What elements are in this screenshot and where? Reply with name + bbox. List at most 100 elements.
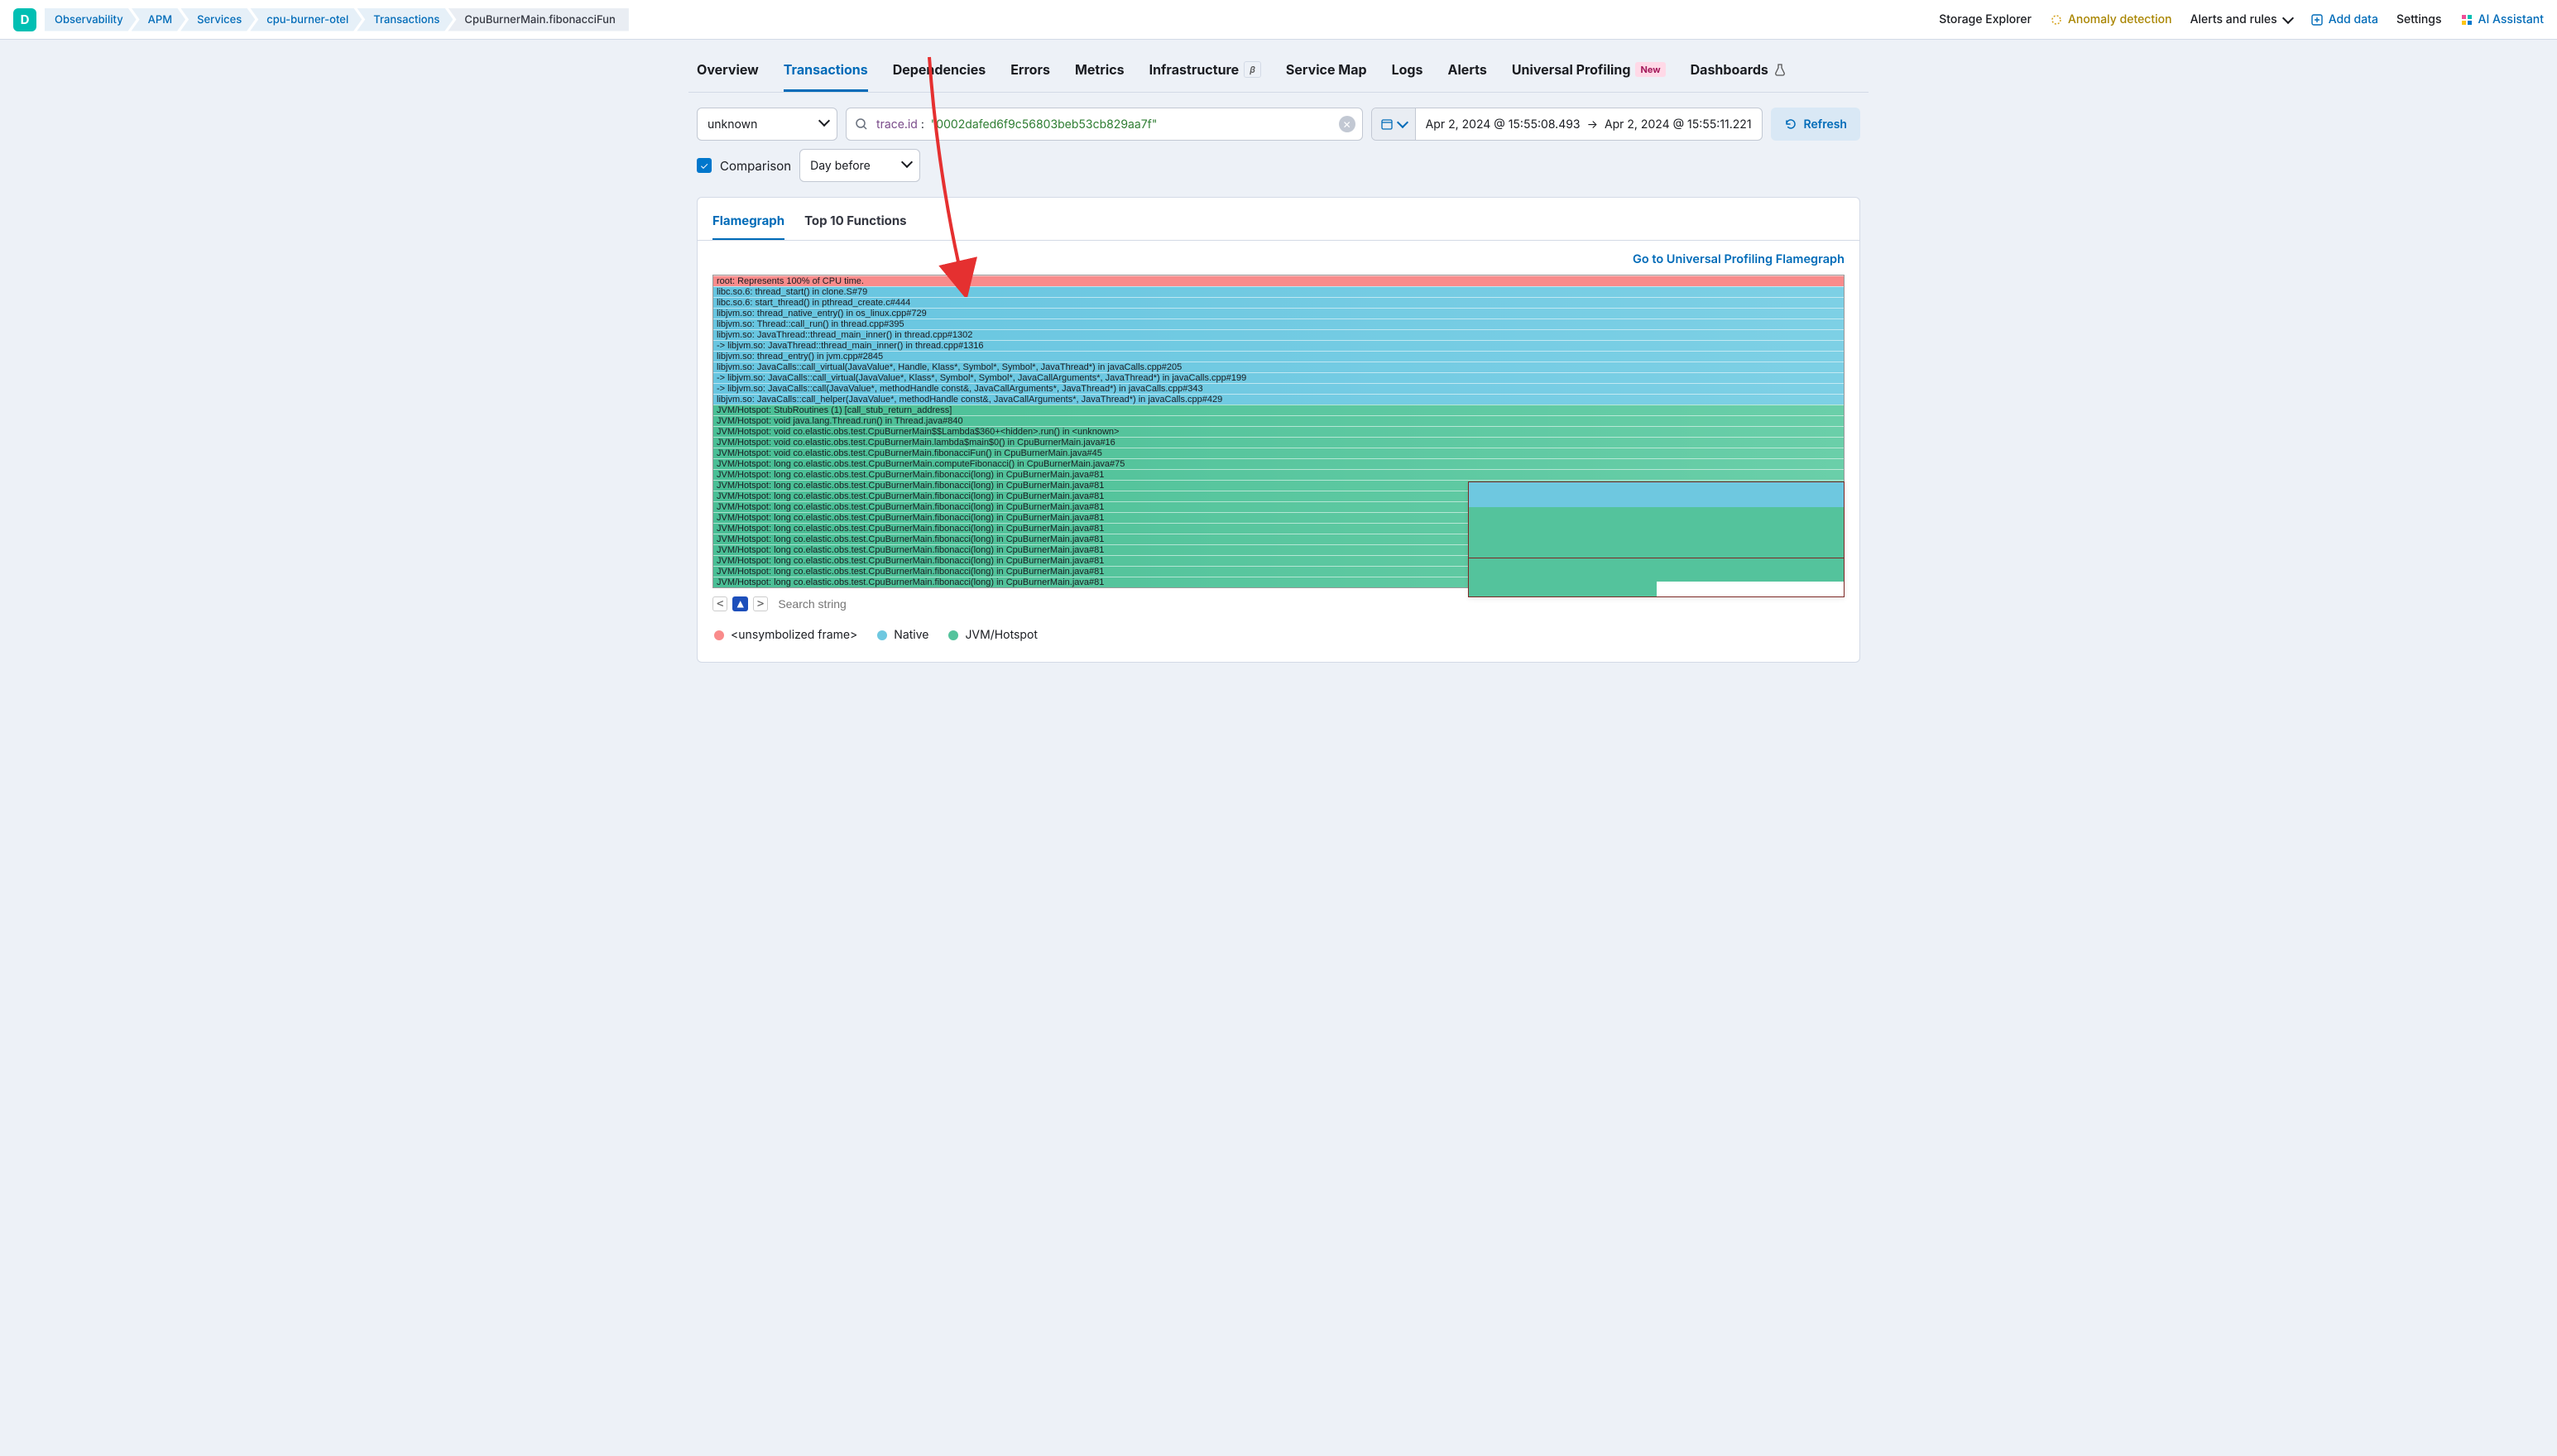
flame-frame[interactable]: JVM/Hotspot: void co.elastic.obs.test.Cp… [713, 426, 1844, 437]
flame-frame[interactable]: -> libjvm.so: JavaCalls::call(JavaValue*… [713, 383, 1844, 394]
ai-assistant-link[interactable]: AI Assistant [2460, 12, 2544, 26]
flame-frame[interactable]: libjvm.so: thread_entry() in jvm.cpp#284… [713, 351, 1844, 362]
flask-icon [1773, 63, 1787, 76]
space-selector[interactable]: D [13, 8, 36, 31]
refresh-label: Refresh [1804, 117, 1847, 132]
flamegraph-search-input[interactable] [776, 596, 1845, 611]
tab-flamegraph[interactable]: Flamegraph [712, 206, 784, 240]
minimap-jvm-region-1 [1469, 507, 1844, 558]
flamegraph-minimap[interactable] [1468, 481, 1845, 597]
ai-assistant-label: AI Assistant [2478, 12, 2544, 26]
flame-frame[interactable]: libjvm.so: JavaThread::thread_main_inner… [713, 329, 1844, 340]
new-badge: New [1635, 62, 1665, 77]
crumb-apm[interactable]: APM [132, 8, 185, 31]
legend-native-label: Native [894, 628, 928, 642]
panel-body: Go to Universal Profiling Flamegraph roo… [698, 241, 1859, 662]
nav-up-button[interactable]: ▲ [732, 596, 747, 611]
flame-frame[interactable]: libc.so.6: start_thread() in pthread_cre… [713, 297, 1844, 308]
settings-link[interactable]: Settings [2396, 12, 2442, 26]
tab-overview[interactable]: Overview [697, 55, 759, 92]
storage-explorer-link[interactable]: Storage Explorer [1939, 12, 2032, 26]
legend-native: Native [877, 628, 928, 642]
minimap-empty-region [1657, 582, 1845, 596]
tab-dependencies[interactable]: Dependencies [893, 55, 986, 92]
service-tabs: Overview Transactions Dependencies Error… [688, 40, 1869, 93]
flame-frame[interactable]: -> libjvm.so: JavaThread::thread_main_in… [713, 340, 1844, 351]
flamegraph-panel: Flamegraph Top 10 Functions Go to Univer… [697, 197, 1860, 663]
flame-frame[interactable]: JVM/Hotspot: void co.elastic.obs.test.Cp… [713, 448, 1844, 458]
flame-frame[interactable]: JVM/Hotspot: long co.elastic.obs.test.Cp… [713, 458, 1844, 469]
legend-unsymbolized-label: <unsymbolized frame> [731, 628, 857, 642]
flame-frame[interactable]: root: Represents 100% of CPU time. [713, 275, 1844, 286]
time-from: Apr 2, 2024 @ 15:55:08.493 [1426, 117, 1581, 132]
arrow-right-icon: → [1587, 117, 1598, 132]
calendar-icon [1380, 117, 1394, 131]
chevron-down-icon [901, 156, 913, 168]
environment-value: unknown [708, 117, 757, 132]
tab-service-map[interactable]: Service Map [1286, 55, 1367, 92]
crumb-transactions[interactable]: Transactions [357, 8, 453, 31]
top-bar: D Observability APM Services cpu-burner-… [0, 0, 2557, 40]
comparison-checkbox[interactable]: ✓ [697, 158, 712, 173]
anomaly-detection-label: Anomaly detection [2068, 12, 2172, 26]
minimap-native-region [1469, 482, 1844, 507]
legend-jvm-label: JVM/Hotspot [965, 628, 1038, 642]
query-colon: : [918, 117, 931, 132]
tab-transactions[interactable]: Transactions [784, 55, 868, 92]
add-data-link[interactable]: Add data [2310, 12, 2378, 26]
search-icon [855, 117, 868, 131]
flame-frame[interactable]: JVM/Hotspot: void co.elastic.obs.test.Cp… [713, 437, 1844, 448]
kql-query-bar[interactable]: trace.id : "0002dafed6f9c56803beb53cb829… [846, 108, 1363, 141]
tab-metrics[interactable]: Metrics [1075, 55, 1125, 92]
minimap-jvm-region-2 [1469, 558, 1844, 596]
tab-infrastructure[interactable]: Infrastructure β [1149, 55, 1261, 92]
tab-universal-profiling[interactable]: Universal Profiling New [1512, 55, 1666, 92]
refresh-button[interactable]: Refresh [1771, 108, 1860, 141]
flame-frame[interactable]: libjvm.so: Thread::call_run() in thread.… [713, 318, 1844, 329]
calendar-button[interactable] [1372, 108, 1416, 140]
flame-frame[interactable]: -> libjvm.so: JavaCalls::call_virtual(Ja… [713, 372, 1844, 383]
flame-frame[interactable]: JVM/Hotspot: long co.elastic.obs.test.Cp… [713, 469, 1844, 480]
flame-frame[interactable]: libjvm.so: JavaCalls::call_helper(JavaVa… [713, 394, 1844, 405]
legend-jvm: JVM/Hotspot [948, 628, 1038, 642]
top-actions: Storage Explorer Anomaly detection Alert… [1939, 12, 2544, 26]
nav-prev-button[interactable]: < [712, 596, 727, 611]
tab-universal-profiling-label: Universal Profiling [1512, 61, 1631, 78]
tab-top10[interactable]: Top 10 Functions [804, 206, 906, 240]
environment-select[interactable]: unknown [697, 108, 837, 141]
go-to-universal-profiling-link[interactable]: Go to Universal Profiling Flamegraph [712, 252, 1845, 266]
tab-dashboards-label: Dashboards [1691, 61, 1768, 78]
clear-query-button[interactable]: ✕ [1339, 116, 1355, 132]
time-range-display[interactable]: Apr 2, 2024 @ 15:55:08.493 → Apr 2, 2024… [1416, 117, 1762, 132]
flamegraph-nav: < ▲ > [712, 596, 768, 611]
crumb-service-name[interactable]: cpu-burner-otel [250, 8, 362, 31]
beta-badge: β [1244, 61, 1261, 78]
tab-errors[interactable]: Errors [1010, 55, 1050, 92]
ai-assistant-icon [2460, 13, 2473, 26]
nav-next-button[interactable]: > [753, 596, 768, 611]
comparison-select[interactable]: Day before [799, 149, 920, 182]
alerts-rules-label: Alerts and rules [2190, 12, 2277, 26]
tab-infrastructure-label: Infrastructure [1149, 61, 1240, 78]
flame-frame[interactable]: JVM/Hotspot: void java.lang.Thread.run()… [713, 415, 1844, 426]
query-field-value: "0002dafed6f9c56803beb53cb829aa7f" [931, 117, 1158, 132]
tab-logs[interactable]: Logs [1392, 55, 1423, 92]
flame-frame[interactable]: libc.so.6: thread_start() in clone.S#79 [713, 286, 1844, 297]
time-to: Apr 2, 2024 @ 15:55:11.221 [1605, 117, 1752, 132]
tab-alerts[interactable]: Alerts [1448, 55, 1487, 92]
crumb-observability[interactable]: Observability [45, 8, 137, 31]
flame-frame[interactable]: libjvm.so: thread_native_entry() in os_l… [713, 308, 1844, 318]
chevron-down-icon [1397, 117, 1408, 128]
crumb-current: CpuBurnerMain.fibonacciFun [448, 8, 628, 31]
alerts-rules-dropdown[interactable]: Alerts and rules [2190, 12, 2292, 26]
legend-swatch-native [877, 630, 887, 640]
anomaly-detection-link[interactable]: Anomaly detection [2050, 12, 2172, 26]
legend-unsymbolized: <unsymbolized frame> [714, 628, 857, 642]
comparison-row: ✓ Comparison Day before [688, 149, 1869, 197]
panel-tabs: Flamegraph Top 10 Functions [698, 198, 1859, 241]
anomaly-icon [2050, 13, 2063, 26]
crumb-services[interactable]: Services [180, 8, 255, 31]
flame-frame[interactable]: libjvm.so: JavaCalls::call_virtual(JavaV… [713, 362, 1844, 372]
tab-dashboards[interactable]: Dashboards [1691, 55, 1787, 92]
flame-frame[interactable]: JVM/Hotspot: StubRoutines (1) [call_stub… [713, 405, 1844, 415]
